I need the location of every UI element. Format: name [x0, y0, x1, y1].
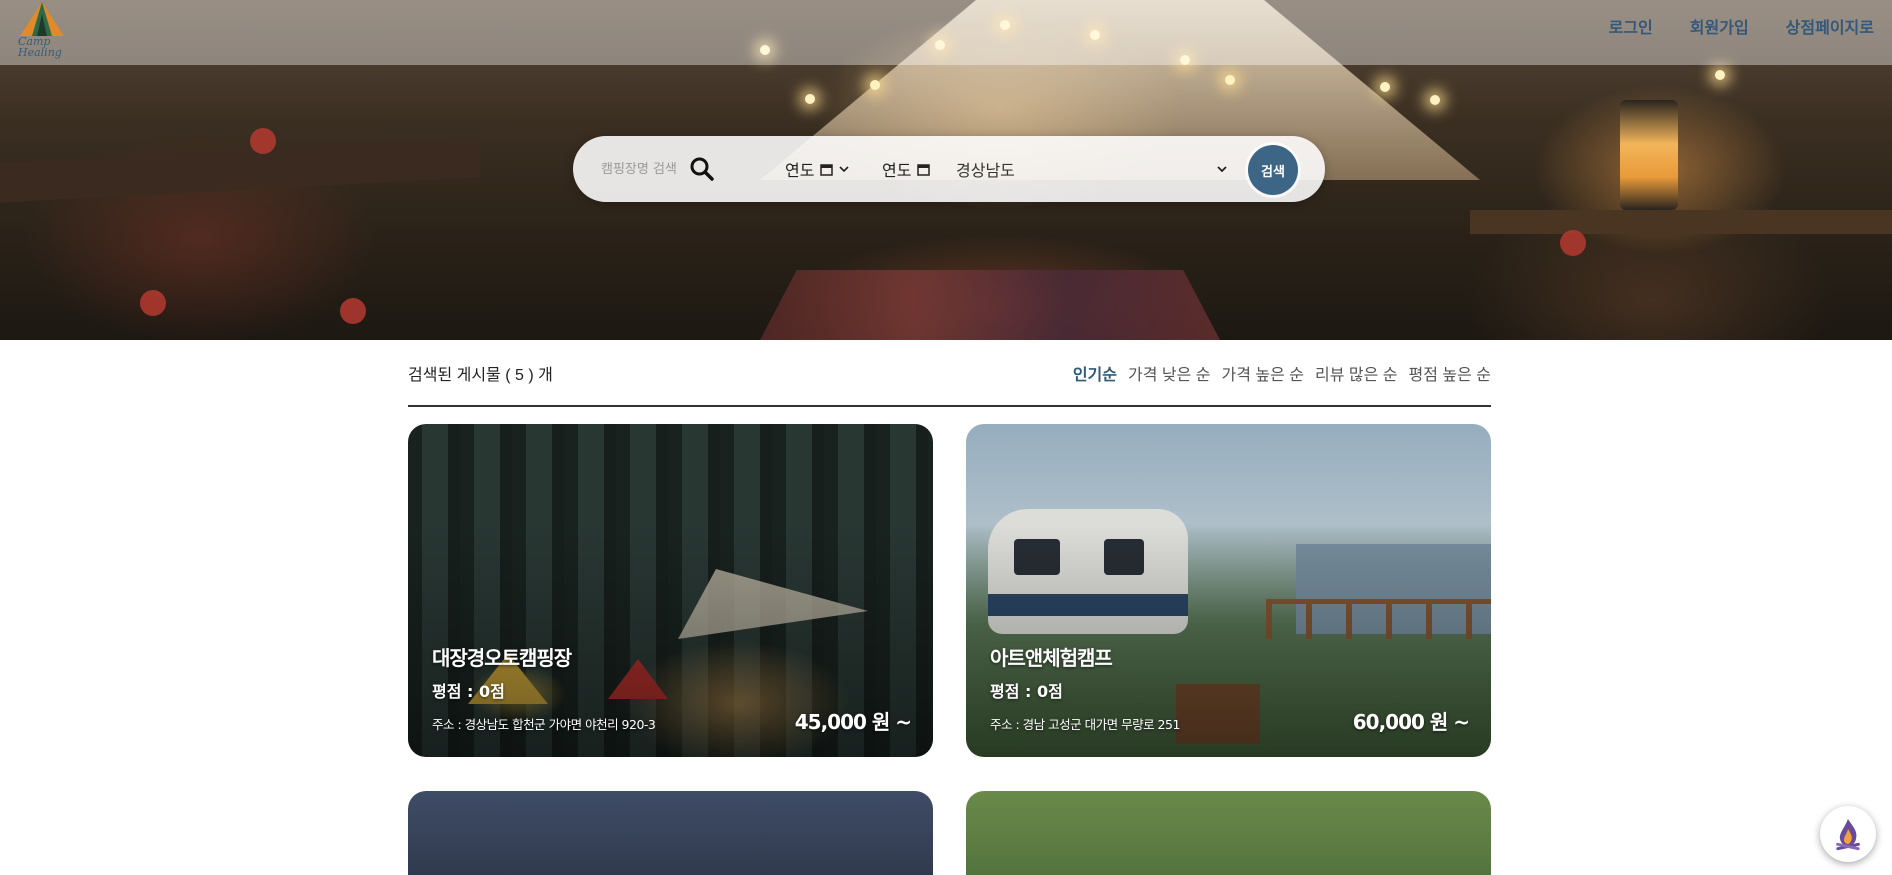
string-light: [1430, 95, 1440, 105]
calendar-icon: [820, 163, 834, 176]
string-light: [1225, 75, 1235, 85]
campsite-search-input[interactable]: [601, 156, 689, 182]
chatbot-button[interactable]: [1820, 806, 1876, 862]
card-price: 60,000 원 ~: [1352, 710, 1470, 734]
chevron-down-icon: [839, 166, 850, 173]
card-rating: 평점 : 0점: [990, 682, 1063, 701]
end-date-label: 연도: [882, 161, 912, 180]
sort-popular[interactable]: 인기순: [1073, 361, 1117, 385]
search-button[interactable]: 검색: [1248, 145, 1298, 195]
flower: [140, 290, 166, 316]
region-select[interactable]: 경상남도: [956, 156, 1228, 182]
sort-price-low[interactable]: 가격 낮은 순: [1128, 361, 1211, 385]
hero-table-right: [1470, 210, 1892, 234]
flower: [1560, 230, 1586, 256]
card-title: 아트앤체험캠프: [990, 646, 1113, 670]
hero-rug: [760, 270, 1220, 340]
sort-options: 인기순 가격 낮은 순 가격 높은 순 리뷰 많은 순 평점 높은 순: [1073, 361, 1491, 385]
shop-page-link[interactable]: 상점페이지로: [1786, 14, 1874, 38]
end-date-field[interactable]: 연도: [882, 157, 931, 181]
start-date-label: 연도: [785, 161, 815, 180]
region-selected-value: 경상남도: [956, 161, 1015, 180]
string-light: [1380, 82, 1390, 92]
string-light: [805, 94, 815, 104]
campsite-card[interactable]: 아트앤체험캠프 평점 : 0점 주소 : 경남 고성군 대가면 무량로 251 …: [966, 424, 1491, 757]
lantern: [1620, 100, 1678, 210]
login-link[interactable]: 로그인: [1609, 14, 1653, 38]
result-count: 검색된 게시물 ( 5 ) 개: [408, 367, 553, 384]
logo-text: Camp Healing: [18, 35, 62, 59]
card-address: 주소 : 경상남도 합천군 가야면 야천리 920-3: [432, 717, 656, 732]
results-header: 검색된 게시물 ( 5 ) 개 인기순 가격 낮은 순 가격 높은 순 리뷰 많…: [408, 355, 1491, 407]
string-light: [1715, 70, 1725, 80]
camp-healing-logo[interactable]: Camp Healing: [16, 0, 68, 62]
search-bar: 연도 연도 경상남도 검색: [573, 136, 1325, 202]
campsite-card[interactable]: 대장경오토캠핑장 평점 : 0점 주소 : 경상남도 합천군 가야면 야천리 9…: [408, 424, 933, 757]
hero-table-left: [0, 137, 480, 203]
card-rating: 평점 : 0점: [432, 682, 505, 701]
card-title: 대장경오토캠핑장: [432, 646, 572, 670]
signup-link[interactable]: 회원가입: [1690, 14, 1749, 38]
campfire-icon: [1836, 819, 1860, 851]
top-navigation-bar: Camp Healing 로그인 회원가입 상점페이지로: [0, 0, 1892, 65]
sort-rating-high[interactable]: 평점 높은 순: [1409, 361, 1492, 385]
campsite-card[interactable]: [966, 791, 1491, 875]
top-nav-links: 로그인 회원가입 상점페이지로: [1609, 14, 1874, 38]
flower: [340, 298, 366, 324]
search-icon[interactable]: [689, 156, 715, 182]
calendar-icon: [917, 163, 931, 176]
card-address: 주소 : 경남 고성군 대가면 무량로 251: [990, 717, 1180, 732]
campsite-card[interactable]: [408, 791, 933, 875]
chevron-down-icon: [1217, 166, 1227, 173]
card-price: 45,000 원 ~: [794, 710, 912, 734]
flower: [250, 128, 276, 154]
start-date-field[interactable]: 연도: [785, 157, 850, 181]
sort-price-high[interactable]: 가격 높은 순: [1222, 361, 1305, 385]
tent-logo-icon: [20, 2, 64, 36]
string-light: [870, 80, 880, 90]
sort-most-reviews[interactable]: 리뷰 많은 순: [1315, 361, 1398, 385]
